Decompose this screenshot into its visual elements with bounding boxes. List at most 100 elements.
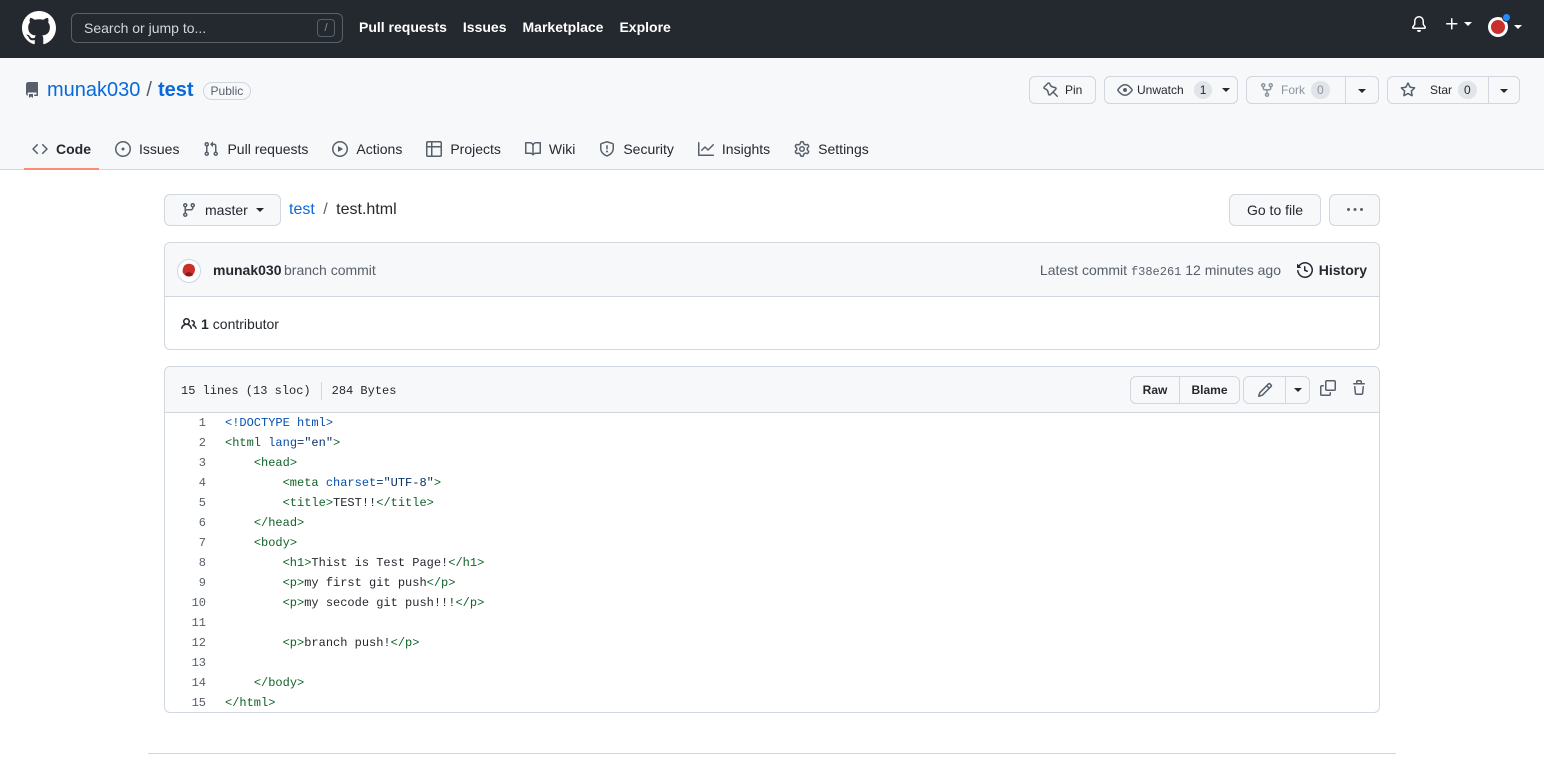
unwatch-label: Unwatch	[1137, 83, 1184, 97]
edit-options-dropdown[interactable]	[1285, 377, 1309, 403]
watch-count: 1	[1193, 81, 1213, 99]
star-label: Star	[1430, 83, 1453, 97]
code-line: 3 <head>	[165, 453, 1379, 473]
graph-icon	[697, 142, 714, 156]
tab-projects[interactable]: Projects	[418, 128, 509, 170]
chevron-down-icon	[1222, 88, 1231, 92]
line-number[interactable]: 9	[165, 573, 206, 593]
line-number[interactable]: 12	[165, 633, 206, 653]
file-viewer: 15 lines (13 sloc) 284 Bytes Raw Blame 1…	[164, 366, 1380, 713]
line-number[interactable]: 5	[165, 493, 206, 513]
edit-file-button[interactable]	[1244, 377, 1285, 403]
search-shortcut-key: /	[317, 19, 335, 37]
tab-code-label: Code	[56, 141, 91, 157]
create-new-menu[interactable]	[1444, 16, 1472, 32]
go-to-file-button[interactable]: Go to file	[1229, 194, 1321, 226]
blame-button[interactable]: Blame	[1179, 377, 1239, 403]
line-number[interactable]: 2	[165, 433, 206, 453]
code-line: 14 </body>	[165, 673, 1379, 693]
plus-icon	[1446, 18, 1458, 30]
raw-blame-group: Raw Blame	[1130, 376, 1240, 404]
gear-icon	[794, 141, 810, 157]
line-content: <html lang="en">	[225, 436, 341, 450]
tab-settings[interactable]: Settings	[786, 128, 877, 170]
more-options-button[interactable]	[1329, 194, 1380, 226]
tab-pull-requests[interactable]: Pull requests	[195, 128, 316, 170]
tab-actions[interactable]: Actions	[324, 128, 410, 170]
issue-opened-icon	[115, 141, 131, 157]
bell-icon[interactable]	[1411, 16, 1427, 32]
tab-security[interactable]: Security	[591, 128, 682, 170]
commit-author-link[interactable]: munak030	[213, 262, 281, 278]
raw-button[interactable]: Raw	[1131, 377, 1179, 403]
people-icon	[181, 317, 197, 330]
commit-header: munak030 branch commit Latest commit f38…	[165, 243, 1379, 297]
search-input[interactable]: Search or jump to... /	[71, 13, 343, 43]
breadcrumb-repo-link[interactable]: test	[289, 201, 315, 218]
unwatch-button[interactable]: Unwatch 1	[1104, 76, 1238, 104]
pin-icon	[1043, 82, 1059, 98]
line-number[interactable]: 1	[165, 413, 206, 433]
notification-dot-icon	[1502, 13, 1511, 22]
global-nav: Pull requests Issues Marketplace Explore	[359, 19, 671, 35]
code-line: 1 <!DOCTYPE html>	[165, 413, 1379, 433]
line-number[interactable]: 3	[165, 453, 206, 473]
commit-time: 12 minutes ago	[1185, 262, 1281, 278]
github-logo-icon[interactable]	[22, 11, 56, 45]
repo-tabs: Code Issues Pull requests Actions Projec…	[24, 128, 885, 170]
code-line: 13	[165, 653, 1379, 673]
chevron-down-icon[interactable]	[1500, 89, 1508, 93]
trash-icon[interactable]	[1351, 380, 1367, 396]
history-link[interactable]: History	[1296, 262, 1367, 278]
chevron-down-icon[interactable]	[1358, 89, 1366, 93]
chevron-down-icon	[1293, 388, 1302, 392]
repo-owner-link[interactable]: munak030	[47, 79, 140, 102]
line-content: <!DOCTYPE html>	[225, 416, 334, 430]
contributors-link[interactable]: 1 contributor	[181, 316, 279, 332]
contributor-label: contributor	[212, 316, 279, 332]
star-count: 0	[1458, 81, 1477, 99]
nav-pull-requests[interactable]: Pull requests	[359, 19, 447, 35]
tab-issues-label: Issues	[139, 141, 180, 157]
star-button[interactable]: Star 0	[1387, 76, 1520, 104]
line-number[interactable]: 13	[165, 653, 206, 673]
fork-label: Fork	[1281, 83, 1305, 97]
line-number[interactable]: 10	[165, 593, 206, 613]
commit-meta: Latest commit f38e261 12 minutes ago	[1040, 262, 1281, 279]
line-number[interactable]: 14	[165, 673, 206, 693]
commit-message-link[interactable]: branch commit	[284, 262, 376, 278]
shield-icon	[600, 141, 615, 157]
search-placeholder: Search or jump to...	[84, 20, 207, 36]
user-menu[interactable]	[1488, 13, 1522, 37]
nav-marketplace[interactable]: Marketplace	[523, 19, 604, 35]
code-line: 5 <title>TEST!!</title>	[165, 493, 1379, 513]
tab-pull-requests-label: Pull requests	[227, 141, 309, 157]
copy-icon[interactable]	[1320, 380, 1336, 396]
fork-button[interactable]: Fork 0	[1246, 76, 1379, 104]
contributor-count: 1	[201, 316, 209, 332]
line-number[interactable]: 11	[165, 613, 206, 633]
line-number[interactable]: 4	[165, 473, 206, 493]
visibility-badge: Public	[202, 81, 252, 100]
line-content: <body>	[253, 536, 298, 550]
tab-settings-label: Settings	[818, 141, 869, 157]
line-number[interactable]: 6	[165, 513, 206, 533]
code-line: 11	[165, 613, 1379, 633]
repo-name-link[interactable]: test	[158, 79, 194, 102]
branch-select-button[interactable]: master	[164, 194, 281, 226]
line-number[interactable]: 7	[165, 533, 206, 553]
line-number[interactable]: 15	[165, 693, 206, 712]
tab-issues[interactable]: Issues	[107, 128, 187, 170]
nav-explore[interactable]: Explore	[619, 19, 670, 35]
tab-wiki[interactable]: Wiki	[517, 128, 583, 170]
avatar[interactable]	[177, 259, 201, 283]
tab-code[interactable]: Code	[24, 128, 99, 170]
latest-commit-box: munak030 branch commit Latest commit f38…	[164, 242, 1380, 350]
commit-sha-link[interactable]: f38e261	[1131, 265, 1181, 279]
tab-insights[interactable]: Insights	[690, 128, 778, 170]
pin-button[interactable]: Pin	[1029, 76, 1096, 104]
line-content: <title>TEST!!</title>	[282, 496, 434, 510]
tab-insights-label: Insights	[721, 141, 771, 157]
nav-issues[interactable]: Issues	[463, 19, 507, 35]
line-number[interactable]: 8	[165, 553, 206, 573]
